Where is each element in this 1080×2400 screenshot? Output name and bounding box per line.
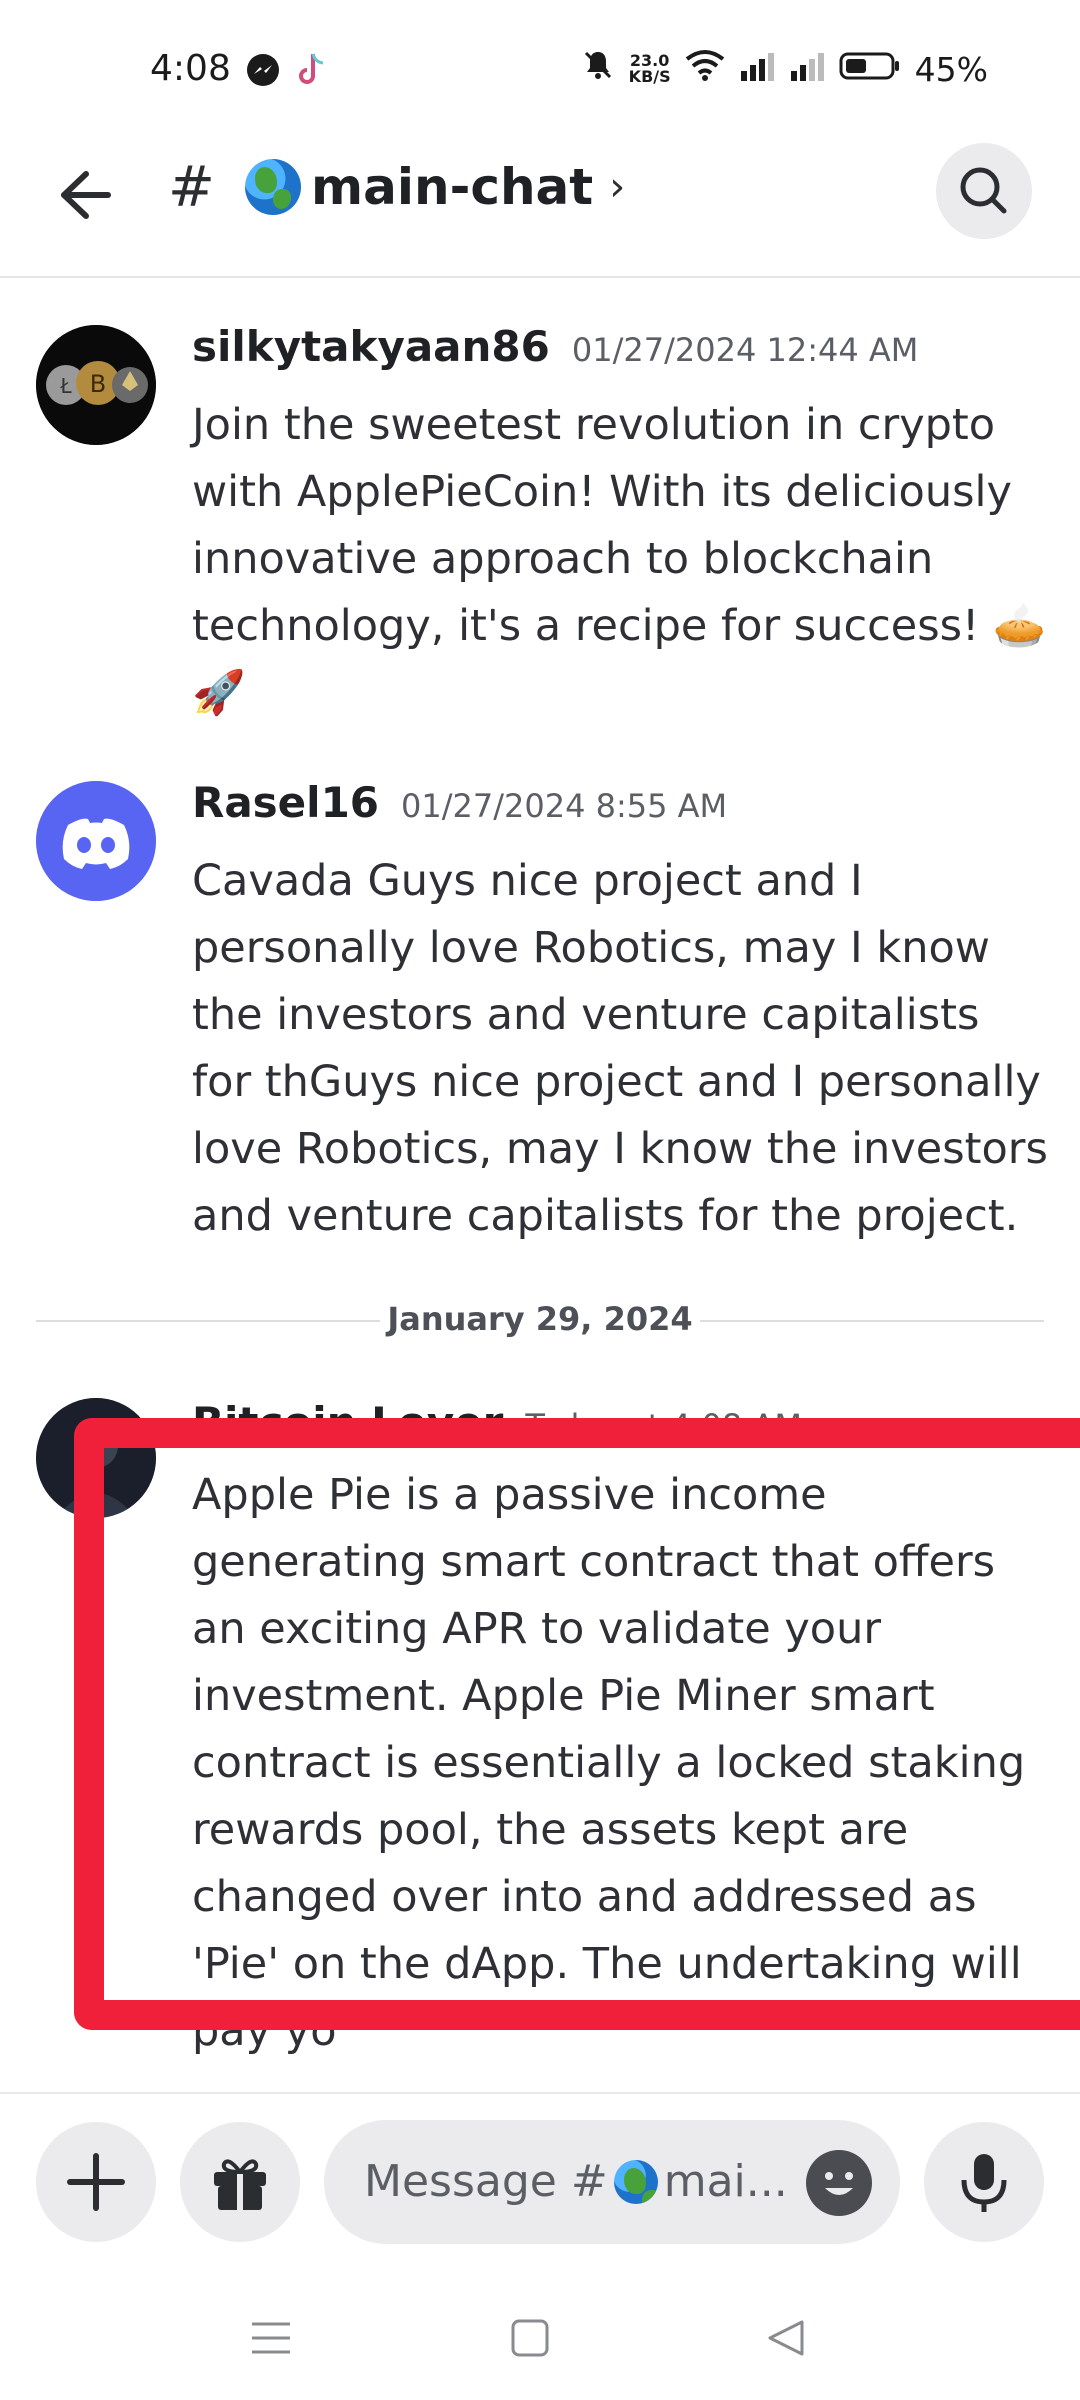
date-separator: January 29, 2024 <box>36 1300 1044 1340</box>
back-arrow-icon[interactable] <box>50 160 120 230</box>
header-divider <box>0 276 1080 278</box>
rocket-emoji: 🚀 <box>192 668 246 718</box>
placeholder-suffix: mai... <box>663 2156 788 2207</box>
channel-name: main-chat <box>311 158 594 216</box>
svg-text:Ł: Ł <box>59 374 72 398</box>
battery-percent: 45% <box>914 49 988 89</box>
message-header: silkytakyaan86 01/27/2024 12:44 AM <box>192 322 918 371</box>
messenger-icon <box>245 52 281 88</box>
tiktok-icon <box>295 50 331 90</box>
status-time: 4:08 <box>150 48 231 89</box>
signal-icon-2 <box>789 50 825 89</box>
chevron-right-icon: › <box>609 164 626 210</box>
avatar[interactable] <box>36 781 156 901</box>
smile-icon <box>825 2172 853 2195</box>
microphone-icon <box>961 2154 1007 2212</box>
date-label: January 29, 2024 <box>387 1300 693 1338</box>
message-text: Cavada Guys nice project and I personall… <box>192 856 1048 1241</box>
search-button[interactable] <box>936 143 1032 239</box>
author-name[interactable]: Rasel16 <box>192 778 379 827</box>
discord-logo-icon <box>36 781 156 901</box>
separator-line-right <box>700 1320 1044 1322</box>
net-speed: 23.0 KB/S <box>629 53 671 85</box>
message-header: Rasel16 01/27/2024 8:55 AM <box>192 778 727 827</box>
emoji-picker-button[interactable] <box>806 2150 872 2216</box>
highlight-box <box>74 1418 1080 2030</box>
voice-message-button[interactable] <box>924 2122 1044 2242</box>
composer-divider <box>0 2092 1080 2094</box>
signal-icon <box>739 50 775 89</box>
globe-emoji-icon <box>613 2159 658 2204</box>
message-input[interactable]: Message # mai... <box>324 2120 900 2244</box>
search-icon <box>960 167 1007 214</box>
gift-button[interactable] <box>180 2122 300 2242</box>
globe-emoji-icon <box>245 159 301 215</box>
battery-icon <box>839 50 901 89</box>
home-nav-icon[interactable] <box>508 2318 552 2362</box>
channel-hash-icon: # <box>168 155 215 220</box>
message-timestamp: 01/27/2024 8:55 AM <box>401 787 728 825</box>
message-timestamp: 01/27/2024 12:44 AM <box>571 331 919 369</box>
author-name[interactable]: silkytakyaan86 <box>192 322 550 371</box>
message-text: Join the sweetest revolution in crypto w… <box>192 392 1052 727</box>
avatar[interactable]: Ł B <box>36 325 156 445</box>
net-speed-unit: KB/S <box>628 67 671 86</box>
placeholder-prefix: Message # <box>364 2156 608 2207</box>
channel-title[interactable]: main-chat › <box>245 158 625 216</box>
message-body: Join the sweetest revolution in crypto w… <box>192 400 1047 651</box>
back-nav-icon[interactable] <box>764 2318 808 2362</box>
recents-nav-icon[interactable] <box>248 2318 294 2362</box>
wifi-icon <box>685 49 725 89</box>
status-right: 23.0 KB/S 45% <box>581 48 988 90</box>
mute-icon <box>581 48 615 90</box>
gift-icon <box>214 2159 266 2210</box>
add-attachment-button[interactable] <box>36 2122 156 2242</box>
svg-text:B: B <box>90 370 106 398</box>
message-placeholder: Message # mai... <box>364 2156 788 2207</box>
plus-icon <box>67 2153 125 2211</box>
